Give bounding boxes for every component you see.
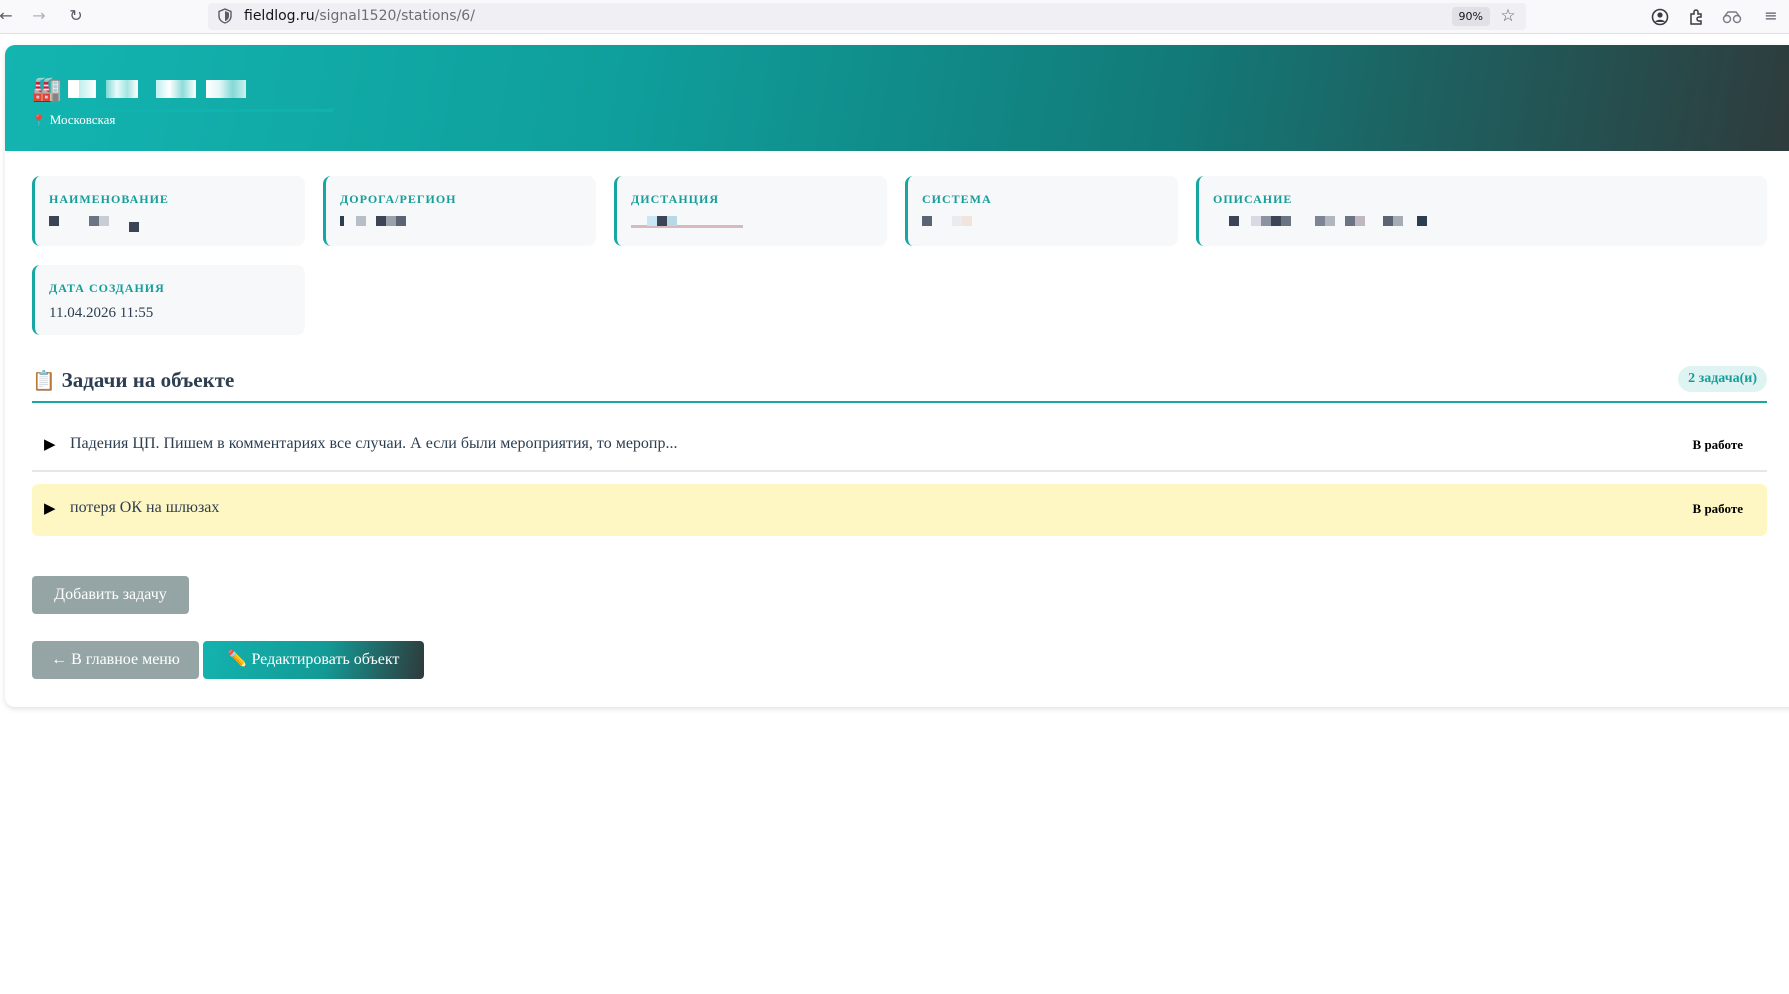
task-title: Падения ЦП. Пишем в комментариях все слу…: [70, 435, 678, 452]
tasks-title-text: Задачи на объекте: [61, 368, 235, 392]
shield-icon: [218, 8, 232, 24]
reader-icon[interactable]: [1722, 9, 1742, 25]
field-description-label: ОПИСАНИЕ: [1213, 192, 1293, 206]
extensions-icon[interactable]: [1688, 8, 1705, 26]
bookmark-star-icon[interactable]: ☆: [1496, 4, 1520, 28]
location-text: Московская: [49, 112, 116, 127]
station-location: 📍 Московская: [32, 112, 115, 128]
back-to-main-menu-button[interactable]: ← В главное меню: [32, 641, 199, 679]
field-description: ОПИСАНИЕ: [1196, 176, 1767, 246]
clipboard-icon: 📋: [32, 370, 56, 392]
field-name: НАИМЕНОВАНИЕ: [32, 176, 305, 246]
station-title: 🏭: [32, 67, 246, 110]
redacted-road-value: [340, 216, 406, 228]
field-created: ДАТА СОЗДАНИЯ 11.04.2026 11:55: [32, 265, 305, 335]
redacted-description-value: [1229, 216, 1427, 228]
field-system: СИСТЕМА: [905, 176, 1178, 246]
expand-triangle-icon[interactable]: ▶: [44, 435, 56, 453]
url-text: fieldlog.ru/signal1520/stations/6/: [244, 7, 475, 25]
field-road-label: ДОРОГА/РЕГИОН: [340, 192, 457, 206]
back-arrow-icon[interactable]: ←: [0, 4, 18, 28]
task-status: В работе: [1692, 437, 1743, 452]
factory-icon: 🏭: [32, 74, 62, 103]
expand-triangle-icon[interactable]: ▶: [44, 499, 56, 517]
add-task-button[interactable]: Добавить задачу: [32, 576, 189, 614]
edit-object-button[interactable]: ✏️ Редактировать объект: [203, 641, 424, 679]
forward-arrow-icon[interactable]: →: [27, 4, 51, 28]
account-icon[interactable]: [1651, 8, 1669, 26]
url-host: fieldlog.ru: [244, 8, 315, 24]
reload-icon[interactable]: ↻: [64, 4, 88, 28]
menu-icon[interactable]: ≡: [1759, 4, 1783, 28]
address-bar[interactable]: fieldlog.ru/signal1520/stations/6/ 90% ☆: [208, 3, 1526, 30]
tasks-title: 📋 Задачи на объекте: [32, 368, 234, 393]
task-status: В работе: [1692, 501, 1743, 516]
redacted-name-value: [49, 216, 139, 232]
task-row[interactable]: ▶ Падения ЦП. Пишем в комментариях все с…: [32, 420, 1767, 472]
browser-toolbar: ← → ↻ fieldlog.ru/signal1520/stations/6/…: [0, 0, 1789, 34]
tasks-count-badge: 2 задача(и): [1678, 366, 1767, 392]
field-distance: ДИСТАНЦИЯ: [614, 176, 887, 246]
field-created-label: ДАТА СОЗДАНИЯ: [49, 281, 165, 295]
redacted-distance-value: [631, 216, 743, 228]
task-title: потеря ОК на шлюзах: [70, 499, 220, 516]
field-created-value: 11.04.2026 11:55: [49, 305, 154, 321]
field-road: ДОРОГА/РЕГИОН: [323, 176, 596, 246]
redacted-station-name: [67, 79, 246, 98]
field-distance-label: ДИСТАНЦИЯ: [631, 192, 719, 206]
zoom-indicator[interactable]: 90%: [1451, 7, 1490, 26]
tasks-header: 📋 Задачи на объекте 2 задача(и): [32, 366, 1767, 403]
station-header: 🏭: [5, 45, 1789, 151]
redacted-system-value: [922, 216, 972, 228]
field-system-label: СИСТЕМА: [922, 192, 992, 206]
location-pin-icon: 📍: [32, 113, 46, 127]
url-path: /signal1520/stations/6/: [314, 8, 475, 24]
field-name-label: НАИМЕНОВАНИЕ: [49, 192, 169, 206]
task-row[interactable]: ▶ потеря ОК на шлюзах В работе: [32, 484, 1767, 536]
